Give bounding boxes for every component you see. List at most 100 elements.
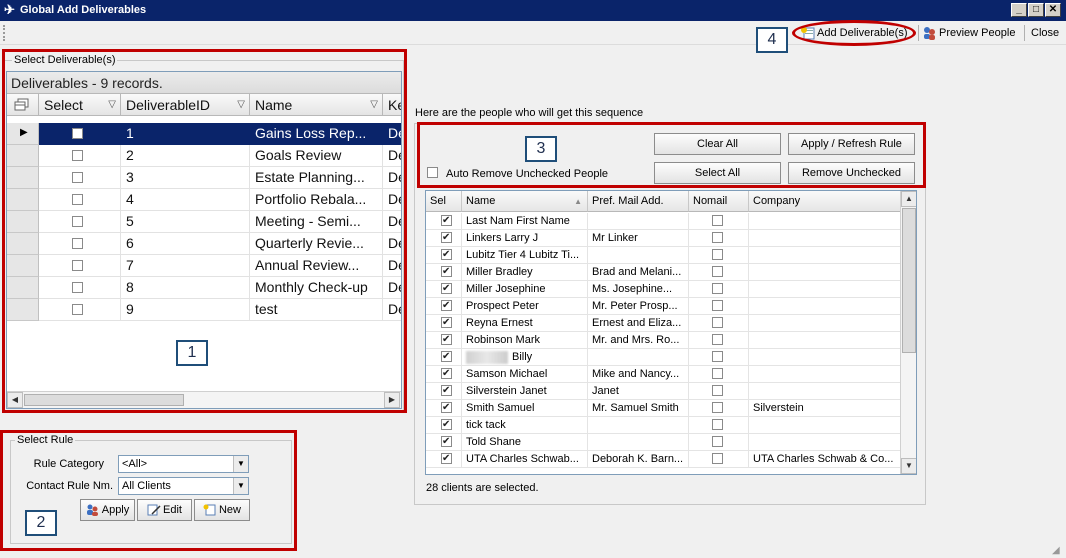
sel-checkbox[interactable] (441, 281, 452, 297)
sel-checkbox[interactable] (441, 417, 452, 433)
nomail-checkbox[interactable] (712, 249, 723, 260)
nomail-checkbox[interactable] (712, 419, 723, 430)
nomail-checkbox[interactable] (712, 453, 723, 464)
nomail-checkbox[interactable] (712, 215, 723, 226)
sel-checkbox[interactable] (441, 383, 452, 399)
nomail-cell[interactable] (689, 400, 749, 417)
nomail-checkbox[interactable] (712, 351, 723, 362)
people-icon (924, 27, 935, 41)
scroll-thumb[interactable] (902, 208, 916, 353)
nomail-cell[interactable] (689, 247, 749, 264)
nomail-checkbox[interactable] (712, 368, 723, 379)
nomail-checkbox[interactable] (712, 317, 723, 328)
scroll-down-button[interactable]: ▼ (901, 458, 916, 474)
sel-cell[interactable] (426, 230, 462, 247)
sel-cell[interactable] (426, 417, 462, 434)
close-window-button[interactable]: ✕ (1045, 3, 1061, 17)
column-header-name-label: Name (466, 195, 496, 207)
pref-mail-cell (588, 247, 689, 264)
nomail-cell[interactable] (689, 298, 749, 315)
nomail-cell[interactable] (689, 451, 749, 468)
nomail-cell[interactable] (689, 434, 749, 451)
person-name: Last Nam First Name (466, 215, 570, 227)
nomail-cell[interactable] (689, 264, 749, 281)
sel-cell[interactable] (426, 332, 462, 349)
sel-cell[interactable] (426, 434, 462, 451)
name-cell: Told Shane (462, 434, 588, 451)
sel-cell[interactable] (426, 366, 462, 383)
column-header-name[interactable]: Name ▲ (462, 191, 588, 212)
sel-cell[interactable] (426, 281, 462, 298)
scroll-up-button[interactable]: ▲ (901, 191, 916, 207)
name-cell: Last Nam First Name (462, 213, 588, 230)
people-grid[interactable]: Sel Name ▲ Pref. Mail Add. Nomail Compan… (425, 190, 917, 475)
annotation-number-1: 1 (176, 340, 208, 366)
nomail-checkbox[interactable] (712, 334, 723, 345)
sel-checkbox[interactable] (441, 434, 452, 450)
nomail-checkbox[interactable] (712, 283, 723, 294)
sel-cell[interactable] (426, 213, 462, 230)
nomail-cell[interactable] (689, 332, 749, 349)
nomail-checkbox[interactable] (712, 300, 723, 311)
sel-checkbox[interactable] (441, 451, 452, 467)
sel-cell[interactable] (426, 383, 462, 400)
maximize-button[interactable]: □ (1028, 3, 1044, 17)
annotation-number-2: 2 (25, 510, 57, 536)
company-cell (749, 264, 901, 281)
nomail-cell[interactable] (689, 281, 749, 298)
nomail-cell[interactable] (689, 383, 749, 400)
sel-cell[interactable] (426, 400, 462, 417)
resize-grip-icon[interactable]: ◢ (1052, 545, 1060, 556)
nomail-cell[interactable] (689, 315, 749, 332)
nomail-checkbox[interactable] (712, 436, 723, 447)
nomail-cell[interactable] (689, 417, 749, 434)
close-button[interactable]: Close (1031, 24, 1059, 42)
pref-mail-cell: Mr Linker (588, 230, 689, 247)
people-vscrollbar[interactable]: ▲ ▼ (900, 191, 916, 474)
pref-mail-cell: Ms. Josephine... (588, 281, 689, 298)
nomail-checkbox[interactable] (712, 385, 723, 396)
nomail-checkbox[interactable] (712, 266, 723, 277)
name-cell: UTA Charles Schwab... (462, 451, 588, 468)
sel-cell[interactable] (426, 247, 462, 264)
preview-people-button[interactable]: Preview People (922, 24, 1015, 42)
column-header-nomail[interactable]: Nomail (689, 191, 749, 212)
sel-checkbox[interactable] (441, 298, 452, 314)
column-header-pref-mail[interactable]: Pref. Mail Add. (588, 191, 689, 212)
nomail-cell[interactable] (689, 366, 749, 383)
name-cell: Prospect Peter (462, 298, 588, 315)
sel-checkbox[interactable] (441, 264, 452, 280)
sel-checkbox[interactable] (441, 230, 452, 246)
sel-checkbox[interactable] (441, 349, 452, 365)
minimize-button[interactable]: _ (1011, 3, 1027, 17)
nomail-cell[interactable] (689, 230, 749, 247)
nomail-cell[interactable] (689, 213, 749, 230)
people-intro-text: Here are the people who will get this se… (415, 107, 644, 119)
column-header-sel[interactable]: Sel (426, 191, 462, 212)
company-cell (749, 434, 901, 451)
person-name: Prospect Peter (466, 300, 539, 312)
annotation-ellipse-4 (792, 20, 916, 46)
sel-checkbox[interactable] (441, 315, 452, 331)
toolbar-separator (918, 25, 919, 41)
company-cell (749, 213, 901, 230)
nomail-cell[interactable] (689, 349, 749, 366)
annotation-number-3: 3 (525, 136, 557, 162)
nomail-checkbox[interactable] (712, 232, 723, 243)
sel-checkbox[interactable] (441, 332, 452, 348)
sel-checkbox[interactable] (441, 400, 452, 416)
company-cell (749, 349, 901, 366)
sel-cell[interactable] (426, 298, 462, 315)
sel-checkbox[interactable] (441, 247, 452, 263)
pref-mail-cell: Mr. and Mrs. Ro... (588, 332, 689, 349)
sel-cell[interactable] (426, 349, 462, 366)
nomail-checkbox[interactable] (712, 402, 723, 413)
pref-mail-cell: Deborah K. Barn... (588, 451, 689, 468)
sel-checkbox[interactable] (441, 213, 452, 229)
sel-cell[interactable] (426, 264, 462, 281)
sel-cell[interactable] (426, 315, 462, 332)
sel-cell[interactable] (426, 451, 462, 468)
name-cell: Samson Michael (462, 366, 588, 383)
column-header-company[interactable]: Company (749, 191, 901, 212)
sel-checkbox[interactable] (441, 366, 452, 382)
